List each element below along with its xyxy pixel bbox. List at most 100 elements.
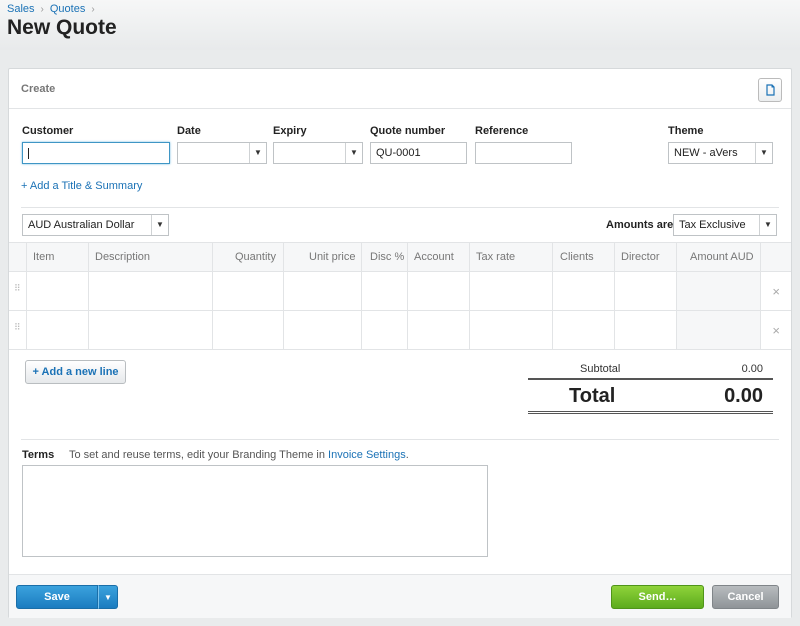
theme-select[interactable]: NEW - aVers ▼	[668, 142, 773, 164]
cell-clients[interactable]	[552, 272, 553, 310]
column-header-disc: Disc %	[370, 251, 405, 263]
divider	[21, 439, 779, 440]
drag-handle-icon[interactable]: ⠿	[14, 323, 21, 332]
column-divider	[760, 311, 761, 349]
add-title-summary-link[interactable]: + Add a Title & Summary	[21, 180, 142, 192]
amounts-are-label: Amounts are	[606, 219, 674, 231]
amounts-are-select[interactable]: Tax Exclusive ▼	[673, 214, 777, 236]
text-caret	[28, 148, 29, 159]
cell-account[interactable]	[407, 272, 408, 310]
send-button[interactable]: Send…	[611, 585, 704, 609]
column-divider	[407, 243, 408, 271]
column-divider	[361, 243, 362, 271]
column-header-description: Description	[95, 251, 151, 263]
table-row: ⠿ ×	[9, 311, 791, 350]
amounts-are-value: Tax Exclusive	[679, 219, 746, 231]
breadcrumb-quotes[interactable]: Quotes	[50, 3, 85, 15]
subtotal-value: 0.00	[741, 363, 763, 375]
column-divider	[469, 243, 470, 271]
currency-value: AUD Australian Dollar	[28, 219, 135, 231]
column-divider	[760, 243, 761, 271]
expiry-picker[interactable]: ▼	[273, 142, 363, 164]
column-header-item: Item	[33, 251, 55, 263]
chevron-down-icon: ▼	[249, 143, 266, 163]
currency-select[interactable]: AUD Australian Dollar ▼	[22, 214, 169, 236]
chevron-down-icon: ▼	[755, 143, 772, 163]
cell-quantity[interactable]	[212, 311, 213, 349]
invoice-settings-link[interactable]: Invoice Settings	[328, 449, 406, 461]
terms-hint: To set and reuse terms, edit your Brandi…	[69, 449, 409, 461]
column-header-amount: Amount AUD	[690, 251, 754, 263]
drag-handle-icon[interactable]: ⠿	[14, 284, 21, 293]
cell-description[interactable]	[88, 272, 89, 310]
column-divider	[212, 243, 213, 271]
chevron-down-icon: ▼	[759, 215, 776, 235]
cell-description[interactable]	[88, 311, 89, 349]
cancel-button[interactable]: Cancel	[712, 585, 779, 609]
quote-number-input[interactable]: QU-0001	[370, 142, 467, 164]
column-divider	[88, 243, 89, 271]
cell-tax-rate[interactable]	[469, 311, 470, 349]
total-rule	[528, 378, 773, 380]
breadcrumb-sales[interactable]: Sales	[7, 3, 35, 15]
chevron-down-icon: ▼	[345, 143, 362, 163]
cell-item[interactable]	[26, 272, 27, 310]
copy-icon	[766, 84, 775, 96]
breadcrumb: Sales › Quotes ›	[7, 3, 101, 15]
chevron-down-icon: ▼	[151, 215, 168, 235]
terms-hint-text: To set and reuse terms, edit your Brandi…	[69, 449, 329, 461]
card-header: Create	[9, 69, 791, 109]
column-divider	[614, 243, 615, 271]
save-options-button[interactable]: ▼	[98, 585, 118, 609]
reference-label: Reference	[475, 125, 529, 137]
cell-amount	[676, 311, 760, 349]
quote-form-card: Create Customer Date Expiry Quote number…	[8, 68, 792, 618]
terms-textarea[interactable]	[22, 465, 488, 557]
column-divider	[552, 243, 553, 271]
column-divider	[26, 243, 27, 271]
date-picker[interactable]: ▼	[177, 142, 267, 164]
column-header-quantity: Quantity	[235, 251, 276, 263]
table-header: Item Description Quantity Unit price Dis…	[9, 242, 791, 272]
breadcrumb-separator-icon: ›	[40, 3, 44, 15]
customer-label: Customer	[22, 125, 74, 137]
column-header-unit-price: Unit price	[309, 251, 356, 263]
column-header-tax-rate: Tax rate	[476, 251, 516, 263]
table-row: ⠿ ×	[9, 272, 791, 311]
save-button[interactable]: Save	[16, 585, 98, 609]
cell-disc[interactable]	[361, 311, 362, 349]
cell-item[interactable]	[26, 311, 27, 349]
divider	[21, 207, 779, 208]
add-new-line-button[interactable]: + Add a new line	[25, 360, 126, 384]
cell-director[interactable]	[614, 311, 615, 349]
column-header-director: Director	[621, 251, 660, 263]
terms-label: Terms	[22, 449, 55, 461]
reference-input[interactable]	[475, 142, 572, 164]
terms-hint-suffix: .	[405, 449, 409, 461]
total-double-rule	[528, 411, 773, 414]
delete-row-icon[interactable]: ×	[772, 323, 780, 338]
delete-row-icon[interactable]: ×	[772, 284, 780, 299]
cell-clients[interactable]	[552, 311, 553, 349]
column-header-clients: Clients	[560, 251, 594, 263]
cell-director[interactable]	[614, 272, 615, 310]
total-value: 0.00	[724, 385, 763, 407]
total-label: Total	[569, 385, 616, 407]
cell-tax-rate[interactable]	[469, 272, 470, 310]
cell-unit-price[interactable]	[283, 272, 284, 310]
cell-amount	[676, 272, 760, 310]
cell-disc[interactable]	[361, 272, 362, 310]
customer-input[interactable]	[22, 142, 170, 164]
create-label: Create	[21, 83, 56, 95]
copy-button[interactable]	[758, 78, 782, 102]
theme-label: Theme	[668, 125, 704, 137]
page-header: Sales › Quotes › New Quote	[0, 0, 800, 50]
page-title: New Quote	[7, 16, 117, 39]
chevron-down-icon: ▼	[104, 592, 112, 602]
subtotal-label: Subtotal	[580, 363, 621, 375]
cell-quantity[interactable]	[212, 272, 213, 310]
theme-value: NEW - aVers	[674, 147, 738, 159]
expiry-label: Expiry	[273, 125, 307, 137]
cell-unit-price[interactable]	[283, 311, 284, 349]
cell-account[interactable]	[407, 311, 408, 349]
